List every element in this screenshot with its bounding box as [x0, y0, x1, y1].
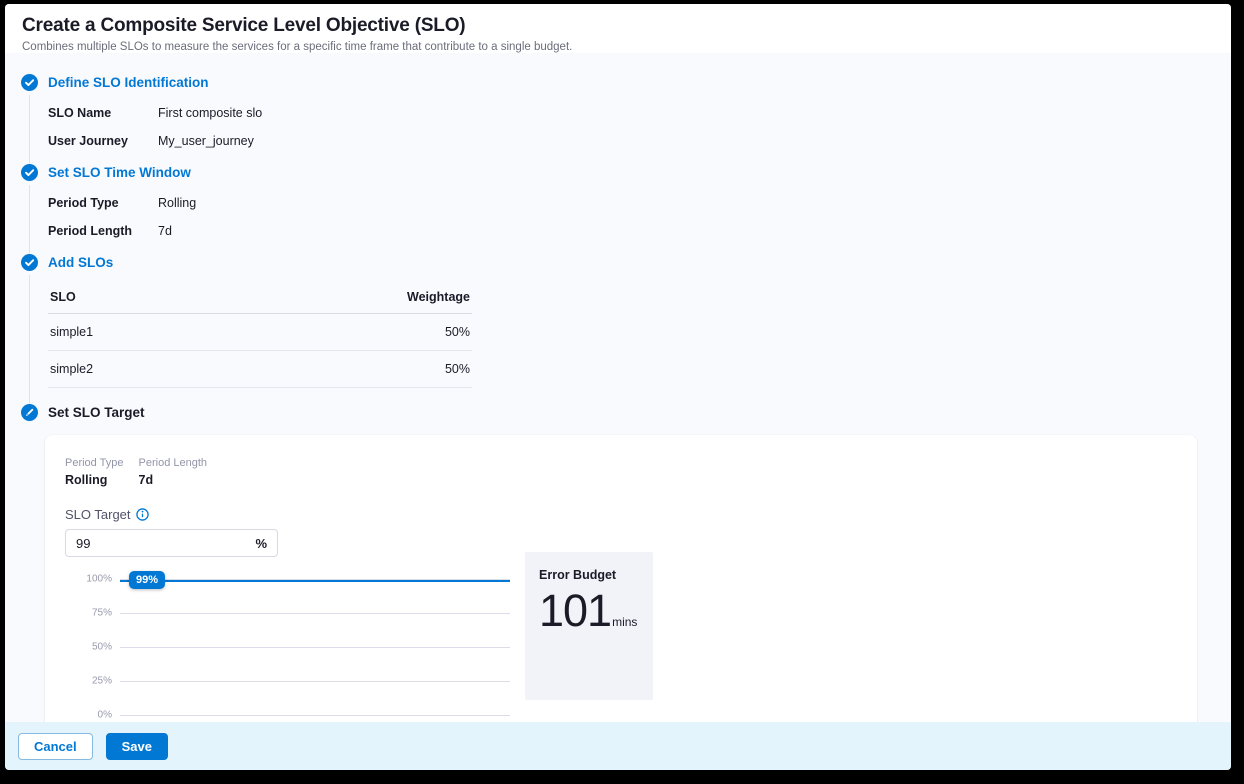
- y-axis-tick: 75%: [70, 608, 112, 619]
- gridline-25: [120, 681, 510, 682]
- check-circle-icon: [21, 164, 38, 181]
- slo-target-label-row: SLO Target: [65, 507, 1177, 522]
- y-axis-tick: 0%: [70, 710, 112, 721]
- gridline-75: [120, 613, 510, 614]
- field-slo-name: SLO Name First composite slo: [48, 106, 1231, 120]
- step-title-define-slo-identification[interactable]: Define SLO Identification: [48, 75, 209, 90]
- edit-pencil-icon: [21, 404, 38, 421]
- target-line[interactable]: 99%: [120, 580, 510, 582]
- wizard-content: Define SLO Identification SLO Name First…: [5, 53, 1231, 722]
- weightage-cell: 50%: [223, 314, 472, 351]
- slo-name-cell: simple1: [48, 314, 223, 351]
- cancel-button[interactable]: Cancel: [18, 733, 93, 760]
- period-length-summary: Period Length 7d: [139, 457, 208, 487]
- slo-weightage-table: SLO Weightage simple1 50% simple2 50%: [48, 281, 472, 388]
- gridline-50: [120, 647, 510, 648]
- column-header-weightage: Weightage: [223, 281, 472, 314]
- slo-target-card: Period Type Rolling Period Length 7d SLO…: [45, 435, 1197, 722]
- period-type-summary: Period Type Rolling: [65, 457, 124, 487]
- field-label: Period Length: [48, 224, 158, 238]
- y-axis-tick: 100%: [70, 574, 112, 585]
- field-period-type: Period Type Rolling: [48, 196, 1231, 210]
- gridline-0: [120, 715, 510, 716]
- slo-target-chart: 100% 75% 50% 25% 0% 99%: [120, 579, 510, 715]
- y-axis-tick: 25%: [70, 676, 112, 687]
- slo-target-label: SLO Target: [65, 507, 131, 522]
- percent-suffix: %: [255, 536, 267, 551]
- error-budget-unit: mins: [612, 615, 637, 629]
- step-title-add-slos[interactable]: Add SLOs: [48, 255, 113, 270]
- field-value: Rolling: [158, 196, 196, 210]
- field-user-journey: User Journey My_user_journey: [48, 134, 1231, 148]
- table-row: simple2 50%: [48, 351, 472, 388]
- period-type-value: Rolling: [65, 473, 124, 487]
- error-budget-value: 101: [539, 588, 611, 633]
- field-label: User Journey: [48, 134, 158, 148]
- period-length-label: Period Length: [139, 457, 208, 469]
- field-value: My_user_journey: [158, 134, 254, 148]
- column-header-slo: SLO: [48, 281, 223, 314]
- wizard-footer: Cancel Save: [5, 722, 1231, 770]
- page-title: Create a Composite Service Level Objecti…: [22, 15, 1214, 37]
- check-circle-icon: [21, 74, 38, 91]
- field-value: 7d: [158, 224, 172, 238]
- step-title-set-slo-target[interactable]: Set SLO Target: [48, 405, 145, 420]
- info-icon[interactable]: [136, 508, 149, 521]
- check-circle-icon: [21, 254, 38, 271]
- slo-name-cell: simple2: [48, 351, 223, 388]
- field-label: Period Type: [48, 196, 158, 210]
- field-period-length: Period Length 7d: [48, 224, 1231, 238]
- step-add-slos: Add SLOs SLO Weightage simple1 50%: [5, 254, 1231, 388]
- save-button[interactable]: Save: [106, 733, 168, 760]
- page-subtitle: Combines multiple SLOs to measure the se…: [22, 41, 1214, 53]
- period-type-label: Period Type: [65, 457, 124, 469]
- y-axis-tick: 50%: [70, 642, 112, 653]
- table-row: simple1 50%: [48, 314, 472, 351]
- weightage-cell: 50%: [223, 351, 472, 388]
- create-composite-slo-page: Create a Composite Service Level Objecti…: [5, 4, 1231, 770]
- table-header-row: SLO Weightage: [48, 281, 472, 314]
- slo-target-slider-handle[interactable]: 99%: [129, 571, 165, 589]
- step-set-slo-target: Set SLO Target Period Type Rolling Perio…: [5, 404, 1231, 722]
- step-define-slo-identification: Define SLO Identification SLO Name First…: [5, 74, 1231, 148]
- slo-target-input[interactable]: [76, 536, 255, 551]
- step-set-slo-time-window: Set SLO Time Window Period Type Rolling …: [5, 164, 1231, 238]
- slo-target-input-wrap: %: [65, 529, 278, 557]
- error-budget-panel: Error Budget 101 mins: [525, 552, 653, 700]
- field-value: First composite slo: [158, 106, 262, 120]
- error-budget-label: Error Budget: [539, 568, 639, 582]
- field-label: SLO Name: [48, 106, 158, 120]
- step-title-set-slo-time-window[interactable]: Set SLO Time Window: [48, 165, 191, 180]
- period-length-value: 7d: [139, 473, 208, 487]
